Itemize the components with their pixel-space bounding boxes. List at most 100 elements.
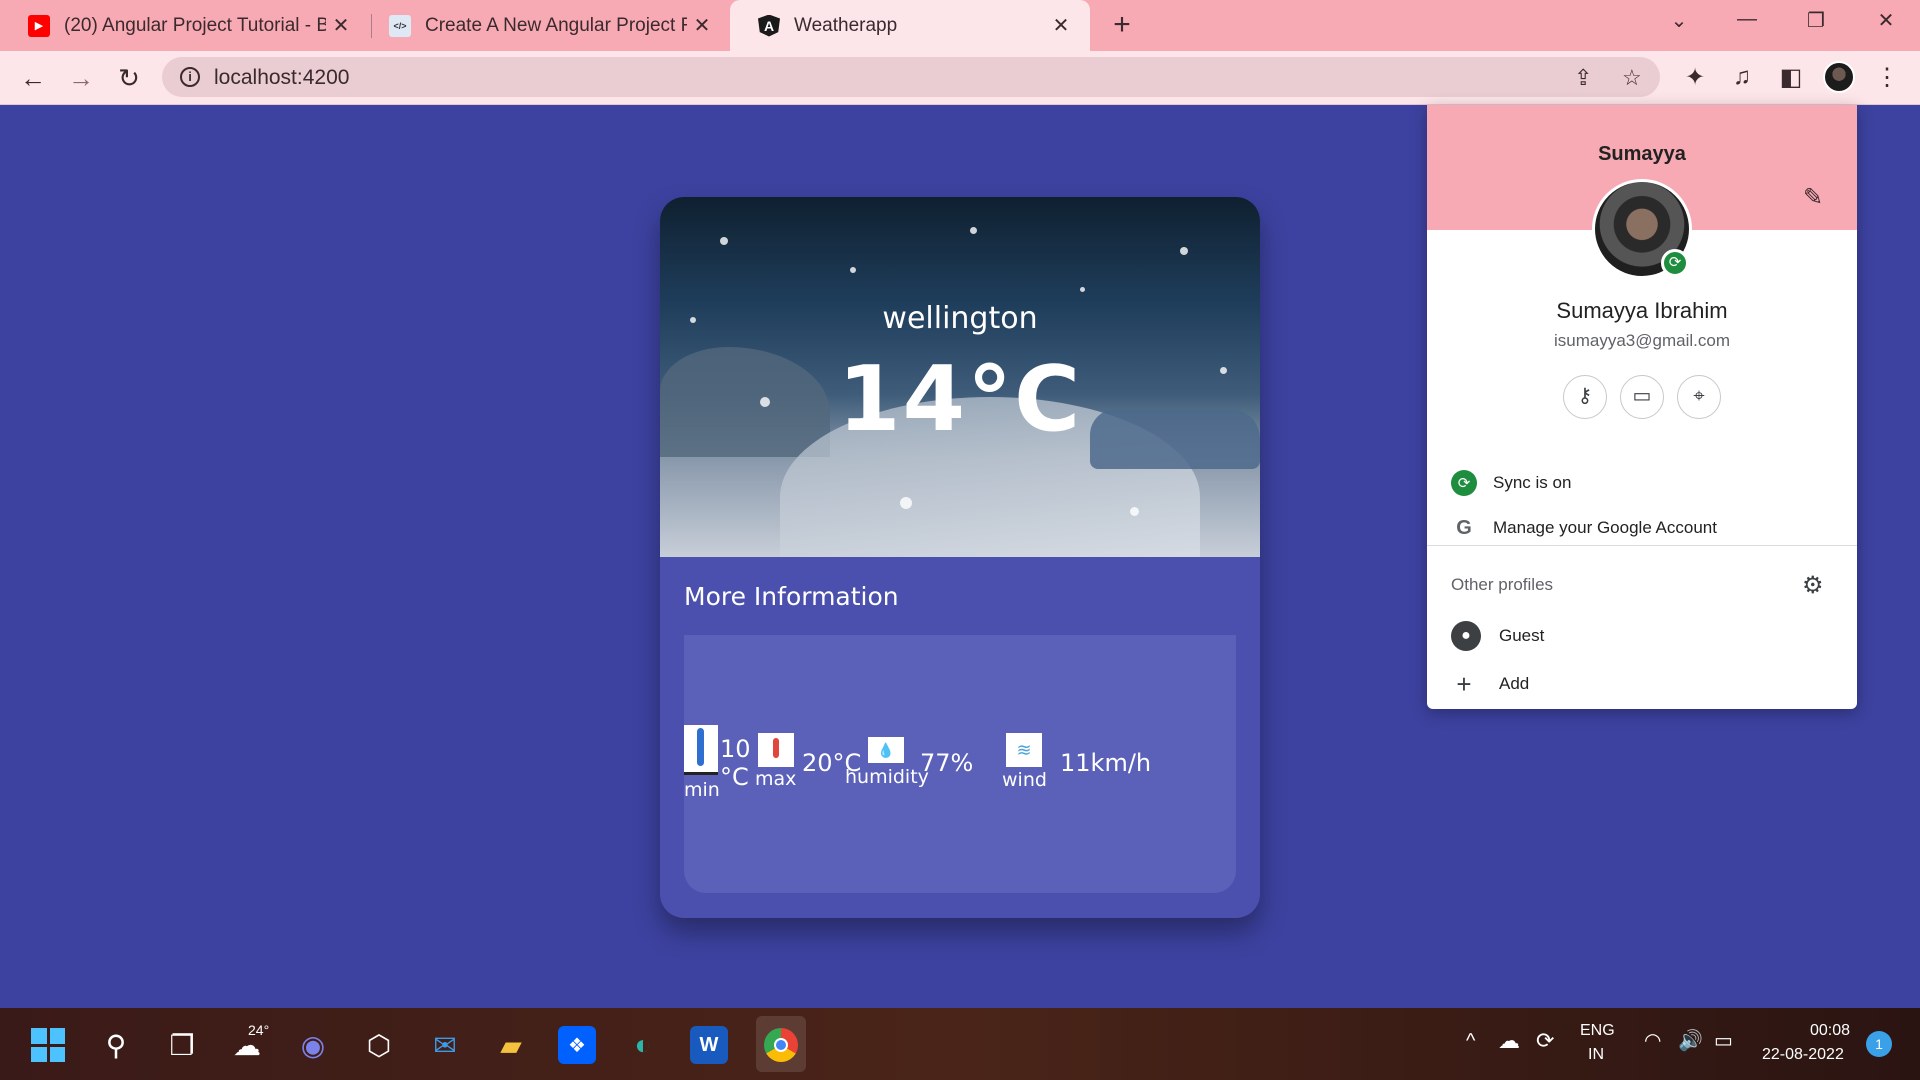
teams-chat-icon[interactable]: ◉ <box>294 1026 332 1064</box>
share-icon[interactable]: ⇪ <box>1574 65 1592 91</box>
back-button[interactable]: ← <box>16 63 50 93</box>
addresses-location-icon[interactable]: ⌖ <box>1677 375 1721 419</box>
more-information-panel: 10 °C min max 20°C 💧 humidity 77% ≋ wind… <box>684 635 1236 893</box>
passwords-key-icon[interactable]: ⚷ <box>1563 375 1607 419</box>
close-window-button[interactable]: ✕ <box>1866 8 1906 33</box>
profile-avatar-button[interactable] <box>1823 61 1855 93</box>
notification-badge[interactable]: 1 <box>1866 1031 1892 1057</box>
bookmark-star-icon[interactable]: ☆ <box>1622 65 1642 91</box>
app-icon-white[interactable]: ⬡ <box>360 1026 398 1064</box>
close-tab-icon[interactable]: ✕ <box>326 13 356 38</box>
manage-account-row[interactable]: G Manage your Google Account <box>1427 508 1857 548</box>
profile-menu-popup: Sumayya ✎ ⟳ Sumayya Ibrahim isumayya3@gm… <box>1427 105 1857 709</box>
edge-browser-icon[interactable]: ◐ <box>624 1026 662 1064</box>
min-temp-value: 10 <box>720 735 751 763</box>
guest-label: Guest <box>1499 626 1545 645</box>
media-control-icon[interactable]: ♫ <box>1727 63 1757 91</box>
search-icon[interactable]: ⚲ <box>97 1026 135 1064</box>
max-label: max <box>755 768 797 790</box>
humidity-icon: 💧 <box>868 737 904 763</box>
sync-update-icon[interactable]: ⟳ <box>1536 1028 1554 1054</box>
restore-button[interactable]: ❐ <box>1796 8 1836 33</box>
snowflake <box>900 497 912 509</box>
sync-icon: ⟳ <box>1451 470 1477 496</box>
word-icon[interactable]: W <box>690 1026 728 1064</box>
weather-card: wellington 14°C More Information 10 °C m… <box>660 197 1260 918</box>
browser-toolbar: ← → ↻ i localhost:4200 ⇪ ☆ ✦ ♫ ◧ ⋮ <box>0 51 1920 105</box>
tab-search-chevron-icon[interactable]: ⌄ <box>1659 8 1699 33</box>
forward-button[interactable]: → <box>64 63 98 93</box>
close-tab-icon[interactable]: ✕ <box>1046 13 1076 38</box>
logo-pane <box>49 1046 65 1062</box>
min-temp-unit: °C <box>720 763 749 791</box>
language-bottom[interactable]: IN <box>1588 1046 1604 1064</box>
snowflake <box>1180 247 1188 255</box>
tab-angular-tutorial[interactable]: ▶ (20) Angular Project Tutorial - Bu ✕ <box>0 0 370 51</box>
sync-label: Sync is on <box>1493 473 1572 492</box>
address-bar[interactable]: i localhost:4200 ⇪ ☆ <box>162 57 1660 97</box>
kebab-menu-icon[interactable]: ⋮ <box>1872 63 1902 92</box>
chrome-logo <box>764 1028 798 1062</box>
tab-weatherapp[interactable]: A Weatherapp ✕ <box>730 0 1090 51</box>
youtube-icon: ▶ <box>28 14 50 37</box>
plus-icon: + <box>1456 668 1472 699</box>
thermometer-tube <box>697 728 704 766</box>
onedrive-cloud-icon[interactable]: ☁ <box>1498 1028 1520 1054</box>
payment-card-icon[interactable]: ▭ <box>1620 375 1664 419</box>
new-tab-button[interactable]: + <box>1104 8 1140 42</box>
task-view-icon[interactable]: ❐ <box>163 1026 201 1064</box>
humidity-value: 77% <box>920 749 974 777</box>
person-icon: ● <box>1451 621 1481 651</box>
mail-icon[interactable]: ✉ <box>426 1026 464 1064</box>
reload-button[interactable]: ↻ <box>112 63 146 93</box>
wind-value: 11km/h <box>1060 749 1152 777</box>
min-label: min <box>684 779 720 801</box>
thermometer-min-icon <box>684 725 718 775</box>
language-top[interactable]: ENG <box>1580 1022 1615 1040</box>
clock-date[interactable]: 22-08-2022 <box>1762 1046 1844 1064</box>
tab-title: Create A New Angular Project Fro <box>425 14 687 36</box>
thermometer-red <box>773 738 779 758</box>
extensions-puzzle-icon[interactable]: ✦ <box>1680 63 1710 92</box>
windows-logo <box>31 1028 65 1062</box>
windows-start-icon[interactable] <box>29 1026 67 1064</box>
add-label: Add <box>1499 674 1530 693</box>
current-temperature: 14°C <box>837 347 1083 452</box>
wifi-icon[interactable]: ◠ <box>1644 1028 1661 1053</box>
site-info-icon[interactable]: i <box>180 67 200 87</box>
manage-account-label: Manage your Google Account <box>1493 518 1717 537</box>
profile-name-header: Sumayya <box>1598 143 1686 165</box>
weather-widget-temp: 24° <box>248 1022 270 1038</box>
thermometer-max-icon <box>758 733 794 767</box>
snowflake <box>1130 507 1139 516</box>
sync-badge-icon: ⟳ <box>1661 249 1689 277</box>
city-name: wellington <box>882 301 1038 336</box>
clock-time[interactable]: 00:08 <box>1810 1022 1850 1040</box>
side-panel-icon[interactable]: ◧ <box>1776 63 1806 92</box>
dropbox-icon[interactable]: ❖ <box>558 1026 596 1064</box>
guest-profile-row[interactable]: ● Guest <box>1427 616 1857 656</box>
file-explorer-icon[interactable]: ▰ <box>492 1026 530 1064</box>
snowflake <box>850 267 856 273</box>
battery-icon[interactable]: ▭ <box>1714 1028 1733 1053</box>
windows-taskbar: ⚲ ❐ ☁ 24° ◉ ⬡ ✉ ▰ ❖ ◐ W ^ ☁ ⟳ ENG IN ◠ 🔊… <box>0 1008 1920 1080</box>
sync-row[interactable]: ⟳ Sync is on <box>1427 463 1857 503</box>
code-like-dev-icon: </> <box>389 14 411 37</box>
wind-icon: ≋ <box>1006 733 1042 767</box>
google-g-icon: G <box>1456 516 1472 539</box>
snowflake <box>720 237 728 245</box>
chrome-icon[interactable] <box>762 1026 800 1064</box>
profile-email: isumayya3@gmail.com <box>1554 331 1730 350</box>
edit-pencil-icon[interactable]: ✎ <box>1803 183 1823 212</box>
gear-icon[interactable]: ⚙ <box>1802 571 1824 600</box>
close-tab-icon[interactable]: ✕ <box>687 13 717 38</box>
add-profile-row[interactable]: + Add <box>1427 664 1857 704</box>
minimize-button[interactable]: — <box>1727 8 1767 31</box>
volume-icon[interactable]: 🔊 <box>1678 1028 1703 1053</box>
tab-create-angular-project[interactable]: </> Create A New Angular Project Fro ✕ <box>361 0 731 51</box>
profile-full-name: Sumayya Ibrahim <box>1556 298 1728 323</box>
url-text[interactable]: localhost:4200 <box>214 66 349 90</box>
snowflake <box>1080 287 1085 292</box>
wind-label: wind <box>1002 769 1047 791</box>
show-hidden-icons-chevron[interactable]: ^ <box>1466 1030 1475 1053</box>
